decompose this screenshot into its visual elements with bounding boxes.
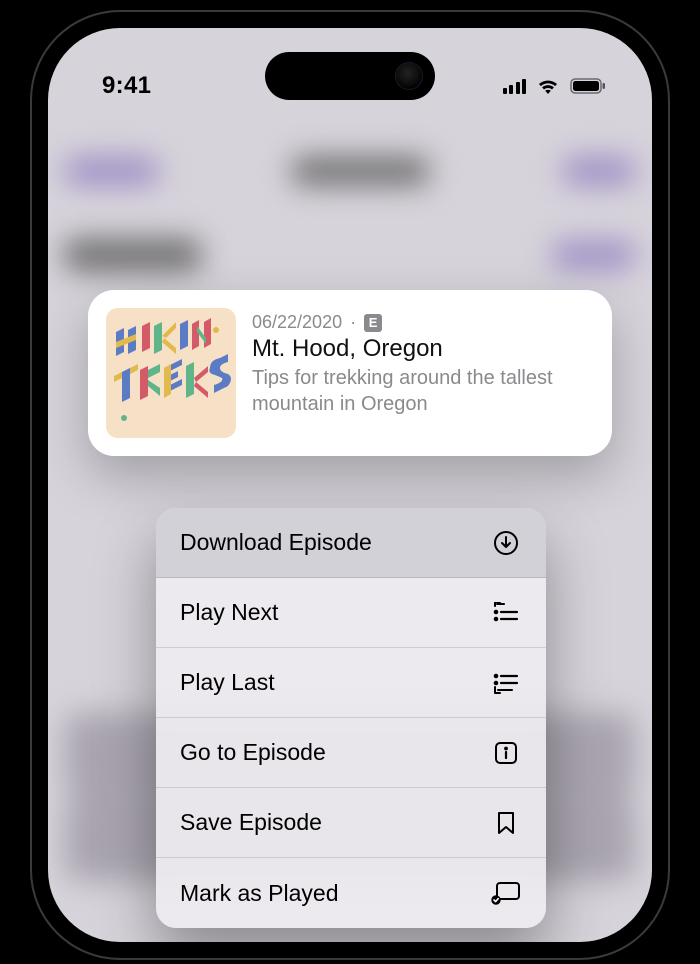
battery-icon — [570, 77, 606, 95]
episode-subtitle: Tips for trekking around the tallest mou… — [252, 365, 594, 417]
menu-item-play-next[interactable]: Play Next — [156, 578, 546, 648]
play-next-icon — [490, 599, 522, 627]
episode-meta: 06/22/2020 · E — [252, 312, 594, 333]
status-time: 9:41 — [102, 72, 151, 100]
screen: 9:41 — [48, 28, 652, 942]
podcast-artwork — [106, 308, 236, 438]
menu-item-label: Mark as Played — [180, 880, 339, 907]
play-last-icon — [490, 669, 522, 697]
menu-item-label: Play Next — [180, 599, 278, 626]
menu-item-play-last[interactable]: Play Last — [156, 648, 546, 718]
menu-item-go-to-episode[interactable]: Go to Episode — [156, 718, 546, 788]
episode-date: 06/22/2020 — [252, 312, 342, 333]
menu-item-mark-as-played[interactable]: Mark as Played — [156, 858, 546, 928]
wifi-icon — [536, 77, 560, 95]
phone-frame: 9:41 — [30, 10, 670, 960]
status-indicators — [503, 77, 607, 95]
download-circle-icon — [490, 529, 522, 557]
episode-card-body: 06/22/2020 · E Mt. Hood, Oregon Tips for… — [252, 308, 594, 438]
episode-title: Mt. Hood, Oregon — [252, 335, 594, 363]
meta-separator: · — [350, 312, 356, 333]
mark-played-icon — [490, 879, 522, 907]
menu-item-label: Download Episode — [180, 529, 372, 556]
dynamic-island — [265, 52, 435, 100]
menu-item-label: Play Last — [180, 669, 275, 696]
context-menu: Download Episode Play Next — [156, 508, 546, 928]
menu-item-download-episode[interactable]: Download Episode — [156, 508, 546, 578]
menu-item-label: Go to Episode — [180, 739, 326, 766]
menu-item-label: Save Episode — [180, 809, 322, 836]
explicit-badge: E — [364, 314, 382, 332]
phone-bezel: 9:41 — [40, 20, 660, 950]
info-square-icon — [490, 739, 522, 767]
cellular-icon — [503, 78, 527, 94]
bookmark-icon — [490, 809, 522, 837]
menu-item-save-episode[interactable]: Save Episode — [156, 788, 546, 858]
episode-card[interactable]: 06/22/2020 · E Mt. Hood, Oregon Tips for… — [88, 290, 612, 456]
